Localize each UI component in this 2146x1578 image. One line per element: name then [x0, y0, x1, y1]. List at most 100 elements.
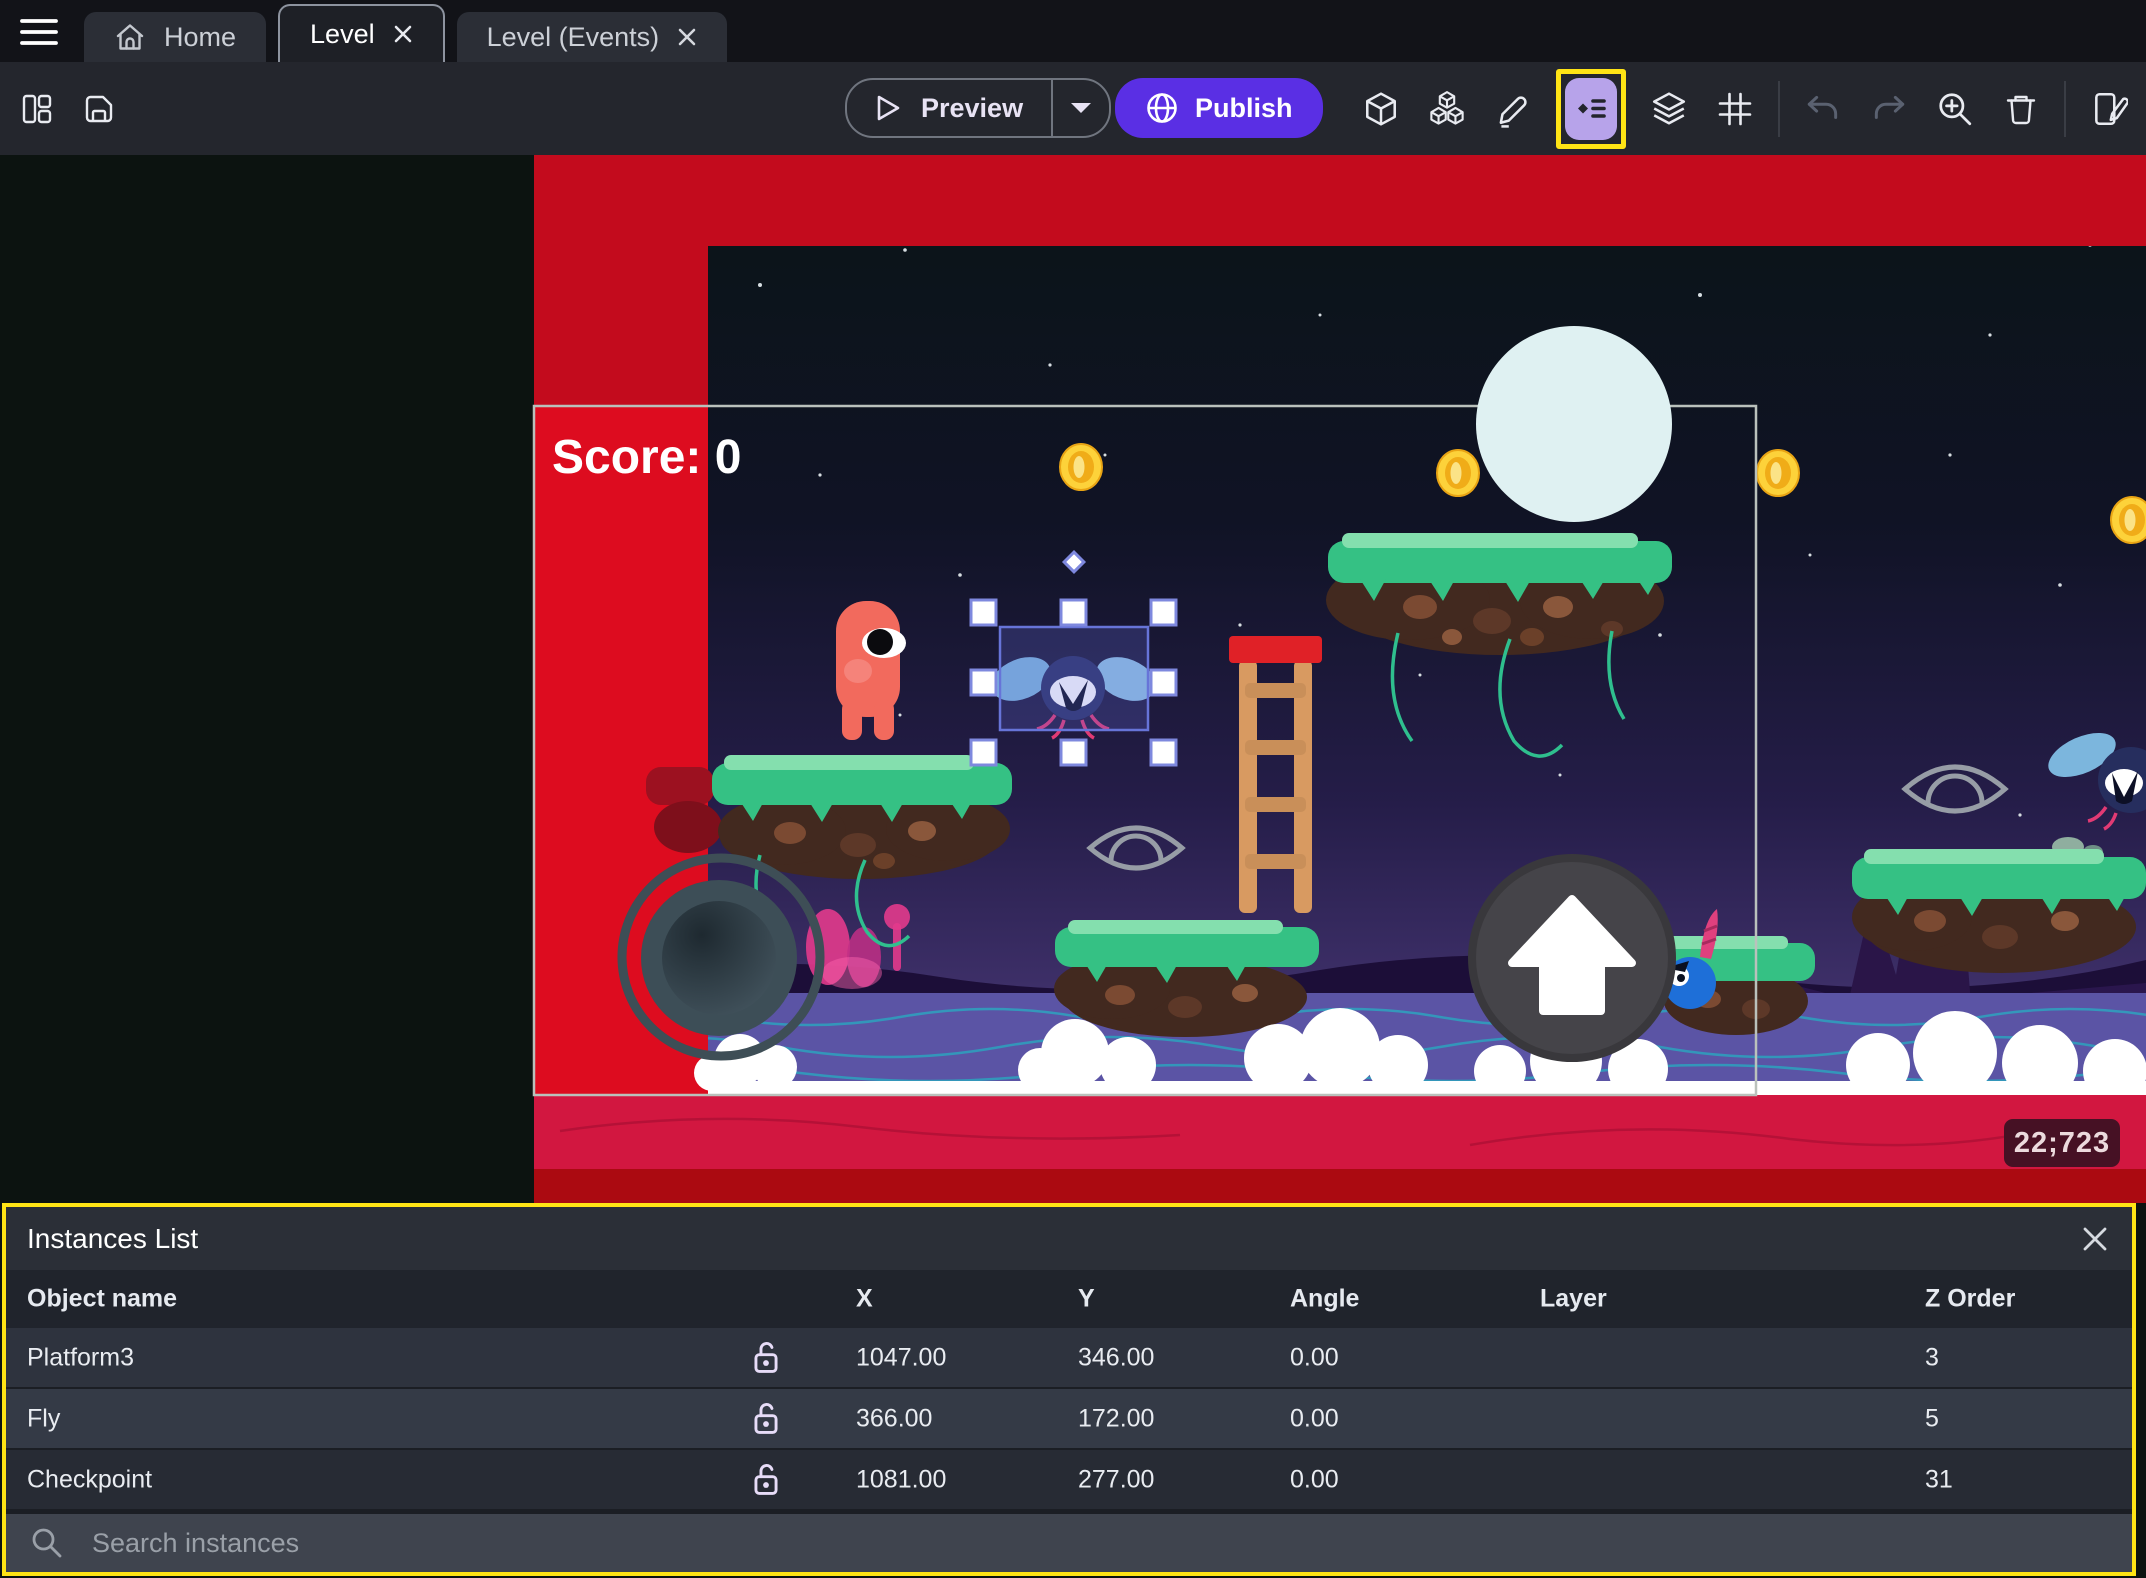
toolbar-left-group	[14, 62, 122, 155]
panel-close-button[interactable]	[2076, 1220, 2114, 1258]
table-header-row: Object name X Y Angle Layer Z Order	[6, 1270, 2132, 1328]
properties-pencil-icon	[1499, 95, 1527, 128]
close-icon	[2083, 1227, 2107, 1251]
instance-name: Checkpoint	[27, 1465, 153, 1493]
table-row[interactable]: Checkpoint 1081.00 277.00 0.00 31	[6, 1450, 2132, 1509]
column-header-name: Object name	[27, 1284, 178, 1313]
red-band-top[interactable]	[534, 155, 2146, 246]
tab-label: Home	[164, 21, 237, 52]
publish-label: Publish	[1195, 92, 1293, 123]
instance-angle: 0.00	[1290, 1404, 1339, 1432]
lock-button[interactable]	[746, 1336, 786, 1380]
zoom-in-icon	[1939, 92, 1972, 125]
layout-panels-button[interactable]	[14, 86, 60, 132]
delete-button[interactable]	[1998, 86, 2044, 132]
redo-button[interactable]	[1866, 86, 1912, 132]
tab-home[interactable]: Home	[84, 12, 267, 62]
instance-zorder: 31	[1925, 1465, 1953, 1493]
column-header-layer: Layer	[1540, 1284, 1607, 1313]
tab-strip: Home Level Level (Events)	[84, 0, 728, 62]
preview-main[interactable]: Preview	[847, 80, 1051, 136]
grid-button[interactable]	[1712, 86, 1758, 132]
undo-icon	[1807, 95, 1838, 119]
search-bar	[6, 1514, 2132, 1572]
table-row[interactable]: Fly 366.00 172.00 0.00 5	[6, 1389, 2132, 1448]
column-header-angle: Angle	[1290, 1284, 1360, 1313]
instance-zorder: 3	[1925, 1343, 1939, 1371]
objects-panel-button[interactable]	[1358, 86, 1404, 132]
toolbar-divider	[2064, 80, 2066, 137]
preview-button[interactable]: Preview	[845, 78, 1112, 138]
toolbar-divider	[1778, 80, 1780, 137]
undo-button[interactable]	[1800, 86, 1846, 132]
redo-icon	[1874, 95, 1905, 119]
instance-x: 1081.00	[856, 1465, 947, 1493]
object-groups-button[interactable]	[1424, 86, 1470, 132]
preview-dropdown[interactable]	[1051, 80, 1109, 136]
coin	[1756, 449, 1800, 497]
home-icon	[116, 24, 144, 50]
cursor-coordinates-badge: 22;723	[2004, 1119, 2120, 1167]
instance-y: 172.00	[1078, 1404, 1155, 1432]
tab-bar: Home Level Level (Events)	[0, 0, 2146, 62]
panel-title: Instances List	[27, 1222, 199, 1254]
moon[interactable]	[1476, 326, 1672, 522]
scene-notes-button[interactable]	[2086, 86, 2132, 132]
layers-icon	[1652, 91, 1686, 125]
close-icon[interactable]	[677, 27, 697, 47]
search-input[interactable]	[90, 1526, 1294, 1560]
zoom-in-button[interactable]	[1932, 86, 1978, 132]
jump-button[interactable]	[1468, 854, 1676, 1062]
lock-open-icon	[754, 1341, 778, 1373]
publish-button[interactable]: Publish	[1115, 78, 1323, 138]
tab-level-events[interactable]: Level (Events)	[456, 12, 728, 62]
play-icon	[877, 95, 900, 121]
hamburger-icon	[20, 19, 58, 45]
instance-angle: 0.00	[1290, 1465, 1339, 1493]
scene-svg[interactable]: Score: 0	[0, 155, 2146, 1203]
trash-icon	[2006, 95, 2036, 124]
instances-list-panel: Instances List Object name X Y Angle Lay…	[2, 1203, 2136, 1576]
panel-header: Instances List	[6, 1207, 2132, 1270]
close-icon[interactable]	[393, 24, 413, 44]
object-groups-icon	[1430, 90, 1464, 125]
virtual-joystick[interactable]	[617, 853, 825, 1061]
gdevelop-window: Home Level Level (Events) Preview Publis…	[0, 0, 2146, 1578]
instances-list-highlight	[1556, 68, 1626, 149]
grid-icon	[1718, 92, 1752, 125]
scene-notes-icon	[2095, 92, 2128, 125]
tab-label: Level (Events)	[486, 21, 660, 52]
lock-button[interactable]	[746, 1458, 786, 1502]
score-text: Score: 0	[552, 431, 741, 484]
main-menu-button[interactable]	[16, 13, 62, 51]
scene-editor-canvas[interactable]: Score: 0 22;723	[0, 155, 2146, 1203]
platform[interactable]	[1054, 920, 1319, 1037]
instance-angle: 0.00	[1290, 1343, 1339, 1371]
lock-open-icon	[754, 1402, 778, 1434]
preview-label: Preview	[921, 92, 1024, 123]
properties-button[interactable]	[1490, 86, 1536, 132]
tab-level[interactable]: Level	[278, 4, 445, 62]
instances-list-button[interactable]	[1565, 77, 1617, 140]
lock-open-icon	[754, 1463, 778, 1495]
column-header-y: Y	[1078, 1284, 1095, 1313]
chevron-down-icon	[1071, 103, 1092, 113]
coin	[2110, 496, 2146, 544]
instance-x: 1047.00	[856, 1343, 947, 1371]
editor-toolbar: Preview Publish	[0, 62, 2146, 155]
lock-button[interactable]	[746, 1397, 786, 1441]
search-icon	[32, 1528, 62, 1558]
layers-button[interactable]	[1646, 86, 1692, 132]
globe-icon	[1147, 93, 1177, 123]
instance-y: 346.00	[1078, 1343, 1155, 1371]
table-row[interactable]: Platform3 1047.00 346.00 0.00 3	[6, 1328, 2132, 1387]
canvas-void	[0, 155, 534, 1203]
instance-name: Fly	[27, 1404, 61, 1432]
save-button[interactable]	[76, 86, 122, 132]
platform[interactable]	[1852, 837, 2146, 973]
layout-panels-icon	[22, 94, 52, 123]
coin	[1059, 443, 1103, 491]
save-icon	[85, 95, 113, 122]
red-band-bottom	[534, 1095, 2146, 1203]
instance-zorder: 5	[1925, 1404, 1939, 1432]
